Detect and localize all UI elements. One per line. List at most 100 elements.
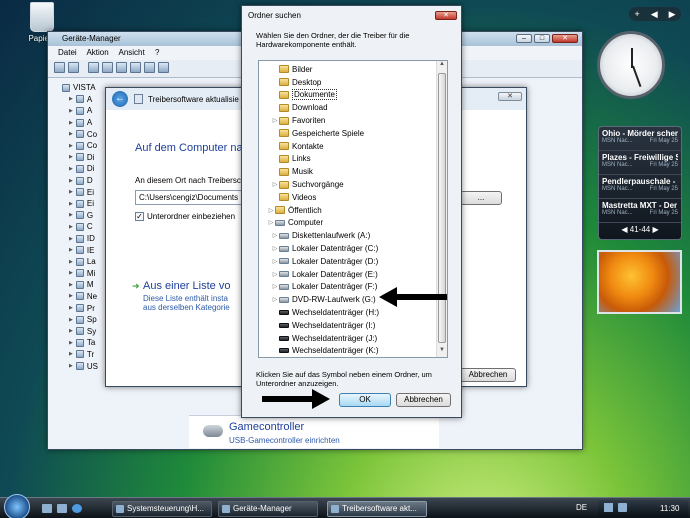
expander-icon[interactable]: ▷ (271, 258, 279, 265)
expand-icon[interactable]: ▶ (69, 328, 73, 334)
expand-icon[interactable]: ▶ (69, 178, 73, 184)
volume-icon[interactable] (618, 503, 627, 512)
properties-icon[interactable] (102, 62, 113, 73)
expand-icon[interactable]: ▶ (69, 212, 73, 218)
scroll-down-icon[interactable]: ▼ (437, 347, 447, 357)
expander-icon[interactable]: ▷ (271, 245, 279, 252)
expand-icon[interactable]: ▶ (69, 259, 73, 265)
quicklaunch-switch-icon[interactable] (57, 504, 67, 513)
expand-icon[interactable]: ▶ (69, 96, 73, 102)
task-geraete-manager[interactable]: Geräte-Manager (218, 501, 318, 517)
menu-datei[interactable]: Datei (58, 48, 77, 57)
add-gadget-button[interactable]: + (634, 9, 639, 19)
menu-ansicht[interactable]: Ansicht (118, 48, 144, 57)
folder-item[interactable]: ▷ Favoriten (271, 114, 326, 127)
expander-icon[interactable]: ▷ (271, 283, 279, 290)
maximize-button[interactable]: □ (534, 34, 550, 43)
expand-icon[interactable]: ▶ (69, 305, 73, 311)
folder-item[interactable]: ▷ Lokaler Datenträger (E:) (271, 268, 378, 281)
expander-icon[interactable]: ▷ (271, 296, 279, 303)
expand-icon[interactable]: ▶ (69, 282, 73, 288)
menu-aktion[interactable]: Aktion (86, 48, 108, 57)
scroll-up-icon[interactable]: ▲ (437, 61, 447, 71)
expand-icon[interactable]: ▶ (69, 166, 73, 172)
pick-from-list-link[interactable]: ➜ Aus einer Liste vo Diese Liste enthält… (132, 280, 230, 312)
feed-prev-icon[interactable]: ◀ (621, 225, 629, 234)
feed-item[interactable]: Plazes - Freiwillige S...MSN Nac... Fri M… (599, 151, 681, 175)
expand-icon[interactable]: ▶ (69, 340, 73, 346)
feed-next-icon[interactable]: ▶ (650, 225, 658, 234)
folder-item[interactable]: ▷ Computer (267, 217, 323, 230)
folder-item[interactable]: Videos (271, 191, 316, 204)
back-icon[interactable] (54, 62, 65, 73)
expand-icon[interactable]: ▶ (69, 120, 73, 126)
forward-icon[interactable] (68, 62, 79, 73)
expander-icon[interactable]: ▷ (267, 219, 275, 226)
folder-tree[interactable]: Bilder Desktop Dokumente Download ▷ Favoriten… (258, 60, 448, 358)
folder-item[interactable]: Dokumente (271, 89, 337, 102)
expander-icon[interactable]: ▷ (271, 232, 279, 239)
folder-item[interactable]: Bilder (271, 63, 312, 76)
expand-icon[interactable]: ▶ (69, 351, 73, 357)
clock[interactable]: 11:30 (660, 504, 679, 513)
expand-icon[interactable]: ▶ (69, 224, 73, 230)
expander-icon[interactable]: ▷ (271, 117, 279, 124)
gamecontroller-row[interactable]: Gamecontroller USB-Gamecontroller einric… (189, 415, 439, 448)
path-input[interactable]: C:\Users\cengiz\Documents (135, 190, 243, 205)
task-systemsteuerung[interactable]: Systemsteuerung\H... (112, 501, 212, 517)
feed-item[interactable]: Ohio - Mörder scherz...MSN Nac... Fri May… (599, 127, 681, 151)
expand-icon[interactable]: ▶ (69, 236, 73, 242)
folder-item[interactable]: ▷ Diskettenlaufwerk (A:) (271, 229, 371, 242)
help-icon[interactable] (116, 62, 127, 73)
folder-item[interactable]: Links (271, 153, 311, 166)
feed-pager[interactable]: ◀ 41-44 ▶ (599, 223, 681, 237)
folder-item[interactable]: ▷ Öffentlich (267, 204, 322, 217)
expand-icon[interactable]: ▶ (69, 270, 73, 276)
folder-dialog-titlebar[interactable]: Ordner suchen ✕ (242, 6, 461, 24)
expander-icon[interactable]: ▷ (271, 181, 279, 188)
wizard-close-button[interactable]: ✕ (498, 92, 522, 101)
folder-dialog-close-button[interactable]: ✕ (435, 11, 457, 20)
expander-icon[interactable]: ▷ (271, 271, 279, 278)
uninstall-icon[interactable] (158, 62, 169, 73)
quicklaunch-desktop-icon[interactable] (42, 504, 52, 513)
view-icon[interactable] (88, 62, 99, 73)
folder-item[interactable]: ▷ Lokaler Datenträger (F:) (271, 281, 378, 294)
scrollbar-thumb[interactable] (438, 73, 446, 343)
folder-item[interactable]: Wechseldatenträger (H:) (271, 306, 379, 319)
vertical-scrollbar[interactable]: ▲ ▼ (436, 61, 447, 357)
slideshow-gadget[interactable] (597, 250, 682, 314)
folder-item[interactable]: ▷ DVD-RW-Laufwerk (G:) (271, 293, 376, 306)
prev-icon[interactable]: ◀ (651, 9, 658, 20)
start-button[interactable] (4, 494, 30, 518)
expand-icon[interactable]: ▶ (69, 201, 73, 207)
folder-item[interactable]: ▷ Lokaler Datenträger (D:) (271, 255, 379, 268)
network-icon[interactable] (604, 503, 613, 512)
language-indicator[interactable]: DE (576, 503, 587, 512)
expand-icon[interactable]: ▶ (69, 154, 73, 160)
scan-icon[interactable] (130, 62, 141, 73)
ok-button[interactable]: OK (339, 393, 391, 407)
update-driver-icon[interactable] (144, 62, 155, 73)
expand-icon[interactable]: ▶ (69, 189, 73, 195)
expander-icon[interactable]: ▷ (267, 207, 275, 214)
folder-item[interactable]: Musik (271, 165, 313, 178)
back-arrow-icon[interactable]: ← (112, 91, 128, 107)
expand-icon[interactable]: ▶ (69, 317, 73, 323)
wizard-cancel-button[interactable]: Abbrechen (460, 368, 516, 382)
feed-item[interactable]: Mastretta MXT - Der ... MSN Nac... Fri May… (599, 199, 681, 223)
folder-item[interactable]: Desktop (271, 76, 321, 89)
expand-icon[interactable]: ▶ (69, 143, 73, 149)
browse-button[interactable]: ... (460, 191, 502, 205)
task-treibersoftware[interactable]: Treibersoftware akt... (327, 501, 427, 517)
expand-icon[interactable]: ▶ (69, 293, 73, 299)
folder-item[interactable]: Download (271, 101, 328, 114)
expand-icon[interactable]: ▶ (69, 363, 73, 369)
folder-cancel-button[interactable]: Abbrechen (396, 393, 451, 407)
expand-icon[interactable]: ▶ (69, 131, 73, 137)
next-icon[interactable]: ▶ (669, 9, 676, 20)
folder-item[interactable]: Wechseldatenträger (I:) (271, 319, 375, 332)
subfolder-checkbox[interactable]: ✓ Unterordner einbeziehen (135, 212, 235, 221)
folder-item[interactable]: Wechseldatenträger (J:) (271, 332, 377, 345)
menu-help[interactable]: ? (155, 48, 159, 57)
